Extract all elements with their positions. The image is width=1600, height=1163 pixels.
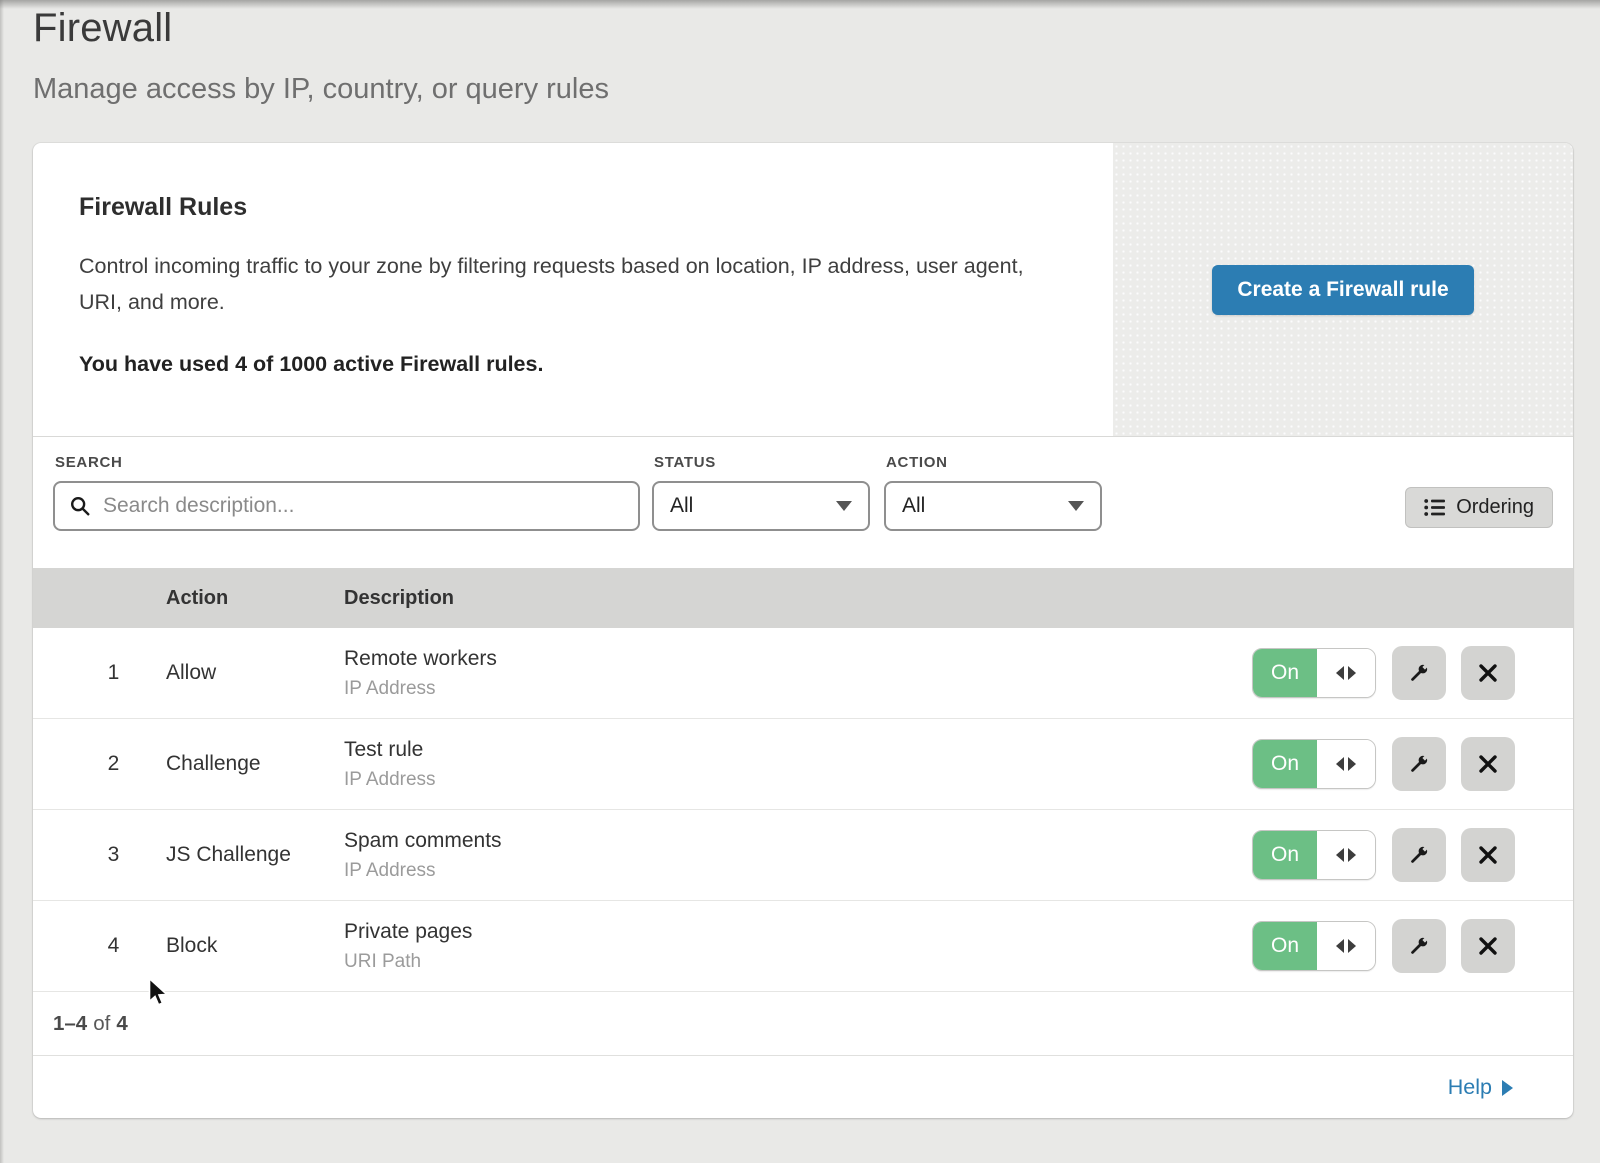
rule-priority: 3: [33, 843, 166, 867]
close-icon: [1477, 753, 1499, 775]
rule-enabled-toggle[interactable]: On: [1252, 921, 1376, 971]
toggle-arrows-icon: [1317, 831, 1375, 879]
section-heading: Firewall Rules: [79, 193, 1073, 222]
rule-description: Private pages: [344, 920, 1233, 944]
create-firewall-rule-button[interactable]: Create a Firewall rule: [1212, 265, 1473, 315]
firewall-rules-card: Firewall Rules Control incoming traffic …: [33, 143, 1573, 1118]
edit-rule-button[interactable]: [1392, 828, 1446, 882]
page-subtitle: Manage access by IP, country, or query r…: [33, 73, 1600, 106]
rule-description: Remote workers: [344, 647, 1233, 671]
delete-rule-button[interactable]: [1461, 828, 1515, 882]
wrench-icon: [1407, 661, 1431, 685]
edit-rule-button[interactable]: [1392, 646, 1446, 700]
rule-description: Spam comments: [344, 829, 1233, 853]
rule-match-type: URI Path: [344, 951, 1233, 973]
chevron-down-icon: [836, 501, 852, 511]
close-icon: [1477, 662, 1499, 684]
create-rule-panel: Create a Firewall rule: [1113, 143, 1573, 436]
usage-summary: You have used 4 of 1000 active Firewall …: [79, 352, 1073, 377]
toggle-on-label: On: [1253, 922, 1317, 970]
search-box[interactable]: [53, 481, 640, 531]
description-column-header: Description: [344, 587, 1233, 610]
status-selected-value: All: [670, 494, 693, 518]
rule-priority: 2: [33, 752, 166, 776]
ordering-list-icon: [1424, 498, 1445, 517]
rule-priority: 4: [33, 934, 166, 958]
rule-action: Allow: [166, 661, 344, 685]
action-column-header: Action: [166, 587, 344, 610]
rule-enabled-toggle[interactable]: On: [1252, 830, 1376, 880]
table-row: 4 Block Private pages URI Path On: [33, 901, 1573, 992]
wrench-icon: [1407, 843, 1431, 867]
intro-section: Firewall Rules Control incoming traffic …: [33, 143, 1573, 437]
search-input[interactable]: [101, 493, 624, 519]
section-description: Control incoming traffic to your zone by…: [79, 248, 1029, 320]
rule-match-type: IP Address: [344, 860, 1233, 882]
rule-enabled-toggle[interactable]: On: [1252, 739, 1376, 789]
rule-action: Block: [166, 934, 344, 958]
action-filter-group: ACTION All: [884, 454, 1102, 531]
search-label: SEARCH: [55, 454, 652, 471]
search-filter-group: SEARCH: [53, 454, 652, 531]
table-row: 1 Allow Remote workers IP Address On: [33, 628, 1573, 719]
search-icon: [69, 495, 91, 517]
delete-rule-button[interactable]: [1461, 646, 1515, 700]
action-selected-value: All: [902, 494, 925, 518]
rule-enabled-toggle[interactable]: On: [1252, 648, 1376, 698]
toggle-arrows-icon: [1317, 922, 1375, 970]
rule-action: Challenge: [166, 752, 344, 776]
filter-bar: SEARCH STATUS All ACTION All: [33, 437, 1573, 568]
action-select[interactable]: All: [884, 481, 1102, 531]
help-link[interactable]: Help: [1448, 1075, 1513, 1100]
rule-match-type: IP Address: [344, 678, 1233, 700]
table-row: 2 Challenge Test rule IP Address On: [33, 719, 1573, 810]
delete-rule-button[interactable]: [1461, 737, 1515, 791]
card-footer: Help: [33, 1056, 1573, 1118]
toggle-arrows-icon: [1317, 740, 1375, 788]
rule-match-type: IP Address: [344, 769, 1233, 791]
wrench-icon: [1407, 934, 1431, 958]
toggle-arrows-icon: [1317, 649, 1375, 697]
toggle-on-label: On: [1253, 831, 1317, 879]
ordering-button[interactable]: Ordering: [1405, 487, 1553, 528]
chevron-down-icon: [1068, 501, 1084, 511]
rule-priority: 1: [33, 661, 166, 685]
status-filter-group: STATUS All: [652, 454, 870, 531]
rule-description: Test rule: [344, 738, 1233, 762]
action-label: ACTION: [886, 454, 1102, 471]
page-title: Firewall: [33, 6, 1600, 51]
help-arrow-icon: [1502, 1080, 1513, 1096]
close-icon: [1477, 844, 1499, 866]
close-icon: [1477, 935, 1499, 957]
intro-text-block: Firewall Rules Control incoming traffic …: [33, 143, 1113, 436]
window-edge-left: [0, 0, 4, 1163]
edit-rule-button[interactable]: [1392, 737, 1446, 791]
rule-action: JS Challenge: [166, 843, 344, 867]
status-label: STATUS: [654, 454, 870, 471]
delete-rule-button[interactable]: [1461, 919, 1515, 973]
table-row: 3 JS Challenge Spam comments IP Address …: [33, 810, 1573, 901]
toggle-on-label: On: [1253, 740, 1317, 788]
page-header: Firewall Manage access by IP, country, o…: [0, 0, 1600, 106]
pagination-of: of: [93, 1012, 110, 1036]
pagination-total: 4: [116, 1012, 127, 1036]
pagination-range: 1–4: [53, 1012, 87, 1036]
table-header: Action Description: [33, 568, 1573, 628]
help-link-label: Help: [1448, 1075, 1492, 1100]
wrench-icon: [1407, 752, 1431, 776]
toggle-on-label: On: [1253, 649, 1317, 697]
edit-rule-button[interactable]: [1392, 919, 1446, 973]
pagination: 1–4 of 4: [33, 992, 1573, 1056]
status-select[interactable]: All: [652, 481, 870, 531]
ordering-button-label: Ordering: [1456, 496, 1534, 519]
